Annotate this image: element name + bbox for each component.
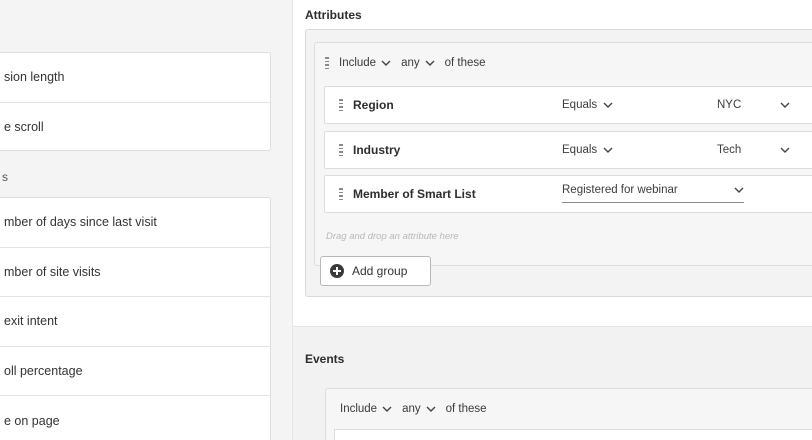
sidebar-group-behaviors: mber of days since last visit mber of si… (0, 197, 271, 440)
sidebar-item-label: mber of days since last visit (4, 215, 157, 230)
sidebar-item-label: oll percentage (4, 364, 83, 379)
condition-name: Industry (353, 143, 401, 157)
chevron-down-icon (425, 60, 435, 66)
smart-list-value: Registered for webinar (562, 184, 678, 196)
logic-suffix: of these (445, 403, 487, 415)
operator-label: Equals (562, 99, 598, 111)
events-logic-row: Include any of these (340, 403, 487, 415)
drag-handle-icon[interactable] (339, 99, 343, 111)
sidebar-item-label: exit intent (4, 314, 58, 329)
value-dropdown[interactable]: Tech (717, 144, 741, 156)
sidebar-section-header: s (2, 170, 8, 184)
sidebar-item-label: e scroll (4, 120, 44, 135)
include-dropdown[interactable]: Include (340, 403, 392, 415)
sidebar-item-label: mber of site visits (4, 264, 101, 279)
sidebar-item-label: sion length (4, 70, 65, 85)
events-panel: Include any of these (325, 388, 812, 440)
include-dropdown-label: Include (339, 57, 377, 69)
condition-name: Member of Smart List (353, 187, 476, 201)
drop-zone-hint: Drag and drop an attribute here (326, 231, 459, 242)
quantifier-dropdown-label: any (402, 403, 421, 415)
include-dropdown[interactable]: Include (339, 57, 391, 69)
sidebar-group-session: sion length e scroll (0, 52, 271, 151)
sidebar: sion length e scroll s mber of days sinc… (0, 0, 292, 440)
chevron-down-icon[interactable] (780, 102, 790, 108)
include-dropdown-label: Include (340, 403, 378, 415)
attributes-logic-row: Include any of these (325, 57, 486, 69)
sidebar-item-exit-intent[interactable]: exit intent (0, 297, 270, 347)
chevron-down-icon (734, 187, 744, 193)
drag-handle-icon[interactable] (339, 188, 343, 200)
value-dropdown[interactable]: NYC (717, 99, 741, 111)
sidebar-item-page-scroll[interactable]: e scroll (0, 103, 270, 153)
condition-name: Region (353, 98, 394, 112)
logic-suffix: of these (444, 57, 486, 69)
chevron-down-icon (603, 102, 613, 108)
sidebar-item-days-since-last-visit[interactable]: mber of days since last visit (0, 198, 270, 248)
condition-row-industry: Industry Equals Tech (324, 131, 812, 169)
sidebar-item-site-visits[interactable]: mber of site visits (0, 248, 270, 298)
sidebar-item-time-on-page[interactable]: e on page (0, 396, 270, 440)
chevron-down-icon (603, 147, 613, 153)
quantifier-dropdown[interactable]: any (401, 57, 435, 69)
sidebar-item-scroll-percentage[interactable]: oll percentage (0, 347, 270, 397)
drag-handle-icon[interactable] (339, 144, 343, 156)
quantifier-dropdown[interactable]: any (402, 403, 436, 415)
drag-handle-icon[interactable] (325, 57, 329, 69)
smart-list-dropdown[interactable]: Registered for webinar (562, 184, 744, 203)
main-panel: Attributes Include any of these Region E… (292, 0, 812, 440)
add-group-label: Add group (352, 264, 408, 278)
attributes-group: Include any of these Region Equals NYC I… (314, 42, 812, 266)
events-title: Events (305, 352, 345, 366)
events-condition-row (334, 429, 812, 440)
operator-dropdown[interactable]: Equals (562, 144, 613, 156)
sidebar-item-session-length[interactable]: sion length (0, 53, 270, 103)
chevron-down-icon (382, 406, 392, 412)
add-group-button[interactable]: Add group (320, 256, 431, 286)
condition-row-smart-list: Member of Smart List Registered for webi… (324, 175, 812, 213)
sidebar-item-label: e on page (4, 414, 60, 429)
operator-label: Equals (562, 144, 598, 156)
quantifier-dropdown-label: any (401, 57, 420, 69)
attributes-title: Attributes (305, 8, 362, 22)
operator-dropdown[interactable]: Equals (562, 99, 613, 111)
chevron-down-icon[interactable] (780, 147, 790, 153)
chevron-down-icon (381, 60, 391, 66)
chevron-down-icon (426, 406, 436, 412)
condition-row-region: Region Equals NYC (324, 86, 812, 124)
plus-circle-icon (330, 264, 344, 278)
